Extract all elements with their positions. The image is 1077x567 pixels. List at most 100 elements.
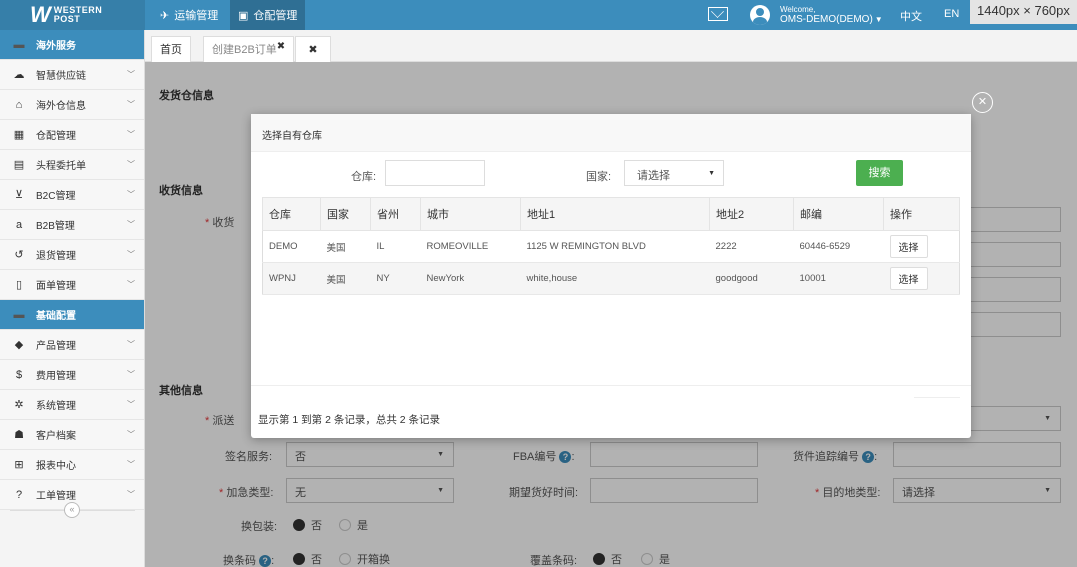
caret-down-icon: ▼ — [708, 170, 715, 177]
avatar-icon — [750, 5, 770, 25]
tab-create-b2b-order[interactable]: 创建B2B订单✖ — [203, 36, 295, 62]
divider — [914, 397, 960, 398]
cloud-icon: ☁ — [13, 69, 25, 81]
search-row: 仓库: 国家: 请选择 ▼ 搜索 — [251, 152, 971, 197]
logo[interactable]: W WESTERN POST — [0, 0, 145, 30]
chevron-down-icon: ﹀ — [127, 100, 135, 109]
cell-address1: 1125 W REMINGTON BLVD — [520, 230, 710, 263]
cell-warehouse: WPNJ — [262, 262, 321, 295]
sidebar-item-b2b[interactable]: a B2B管理 ﹀ — [0, 210, 144, 240]
users-icon: ☗ — [14, 429, 24, 441]
briefcase-icon: ▤ — [13, 159, 25, 171]
cell-warehouse: DEMO — [262, 230, 321, 263]
amazon-icon: a — [15, 218, 23, 231]
close-tabs-button[interactable]: ✖ — [295, 36, 331, 62]
col-zip[interactable]: 邮编 — [793, 197, 884, 231]
pagination-info: 显示第 1 到第 2 条记录，总共 2 条记录 — [258, 414, 441, 426]
return-icon: ↺ — [14, 249, 24, 261]
chevron-down-icon: ﹀ — [127, 370, 135, 379]
close-icon[interactable]: ✕ — [972, 92, 993, 113]
cell-action: 选择 — [883, 262, 960, 295]
mail-icon[interactable] — [708, 7, 728, 21]
cell-zip: 60446-6529 — [793, 230, 884, 263]
cell-address1: white,house — [520, 262, 710, 295]
col-country[interactable]: 国家 — [320, 197, 371, 231]
search-button[interactable]: 搜索 — [856, 160, 903, 186]
sidebar-item-customers[interactable]: ☗ 客户档案 ﹀ — [0, 420, 144, 450]
col-address1[interactable]: 地址1 — [520, 197, 710, 231]
sidebar-item-first-leg[interactable]: ▤ 头程委托单 ﹀ — [0, 150, 144, 180]
table-row[interactable]: WPNJ 美国 NY NewYork white,house goodgood … — [262, 262, 960, 295]
file-icon: ▯ — [15, 279, 23, 291]
sidebar-item-b2c[interactable]: ⊻ B2C管理 ﹀ — [0, 180, 144, 210]
table-row[interactable]: DEMO 美国 IL ROMEOVILLE 1125 W REMINGTON B… — [262, 230, 960, 263]
col-address2[interactable]: 地址2 — [709, 197, 794, 231]
chevron-down-icon: ﹀ — [127, 70, 135, 79]
viewport-size-tooltip: 1440px × 760px — [970, 0, 1077, 24]
warehouse-input[interactable] — [385, 160, 485, 186]
chevron-down-icon: ﹀ — [127, 460, 135, 469]
chevron-down-icon: ﹀ — [127, 430, 135, 439]
folder-icon: ▬ — [13, 38, 25, 51]
caret-down-icon: ▼ — [874, 14, 883, 24]
chevron-down-icon: ﹀ — [127, 160, 135, 169]
lang-zh-link[interactable]: 中文 — [900, 8, 922, 24]
sidebar-item-returns[interactable]: ↺ 退货管理 ﹀ — [0, 240, 144, 270]
chevron-down-icon: ﹀ — [127, 190, 135, 199]
table-header-row: 仓库 国家 省州 城市 地址1 地址2 邮编 操作 — [262, 197, 960, 231]
sidebar-section-basic-config[interactable]: ▬ 基础配置 — [0, 300, 144, 330]
plane-icon: ✈ — [160, 9, 170, 22]
lang-en-link[interactable]: EN — [944, 8, 959, 20]
col-warehouse[interactable]: 仓库 — [262, 197, 321, 231]
select-button[interactable]: 选择 — [889, 267, 928, 290]
select-warehouse-modal: 选择自有仓库 仓库: 国家: 请选择 ▼ 搜索 仓库 国家 省州 城市 地址1 地… — [251, 114, 971, 438]
sidebar-item-warehouse-mgmt[interactable]: ▦ 仓配管理 ﹀ — [0, 120, 144, 150]
cell-state: NY — [370, 262, 421, 295]
cell-country: 美国 — [320, 230, 371, 263]
sidebar-item-fees[interactable]: $ 费用管理 ﹀ — [0, 360, 144, 390]
collapse-sidebar-button[interactable]: « — [64, 502, 80, 518]
cell-zip: 10001 — [793, 262, 884, 295]
country-select[interactable]: 请选择 ▼ — [624, 160, 724, 186]
warehouse-label: 仓库: — [351, 171, 377, 183]
dollar-icon: $ — [15, 368, 23, 381]
sidebar: ▬ 海外服务 ☁ 智慧供应链 ﹀ ⌂ 海外仓信息 ﹀ ▦ 仓配管理 ﹀ ▤ 头程委托单 ﹀ ⊻ B2… — [0, 30, 145, 567]
col-city[interactable]: 城市 — [420, 197, 521, 231]
col-state[interactable]: 省州 — [370, 197, 421, 231]
chevron-down-icon: ﹀ — [127, 220, 135, 229]
logo-mark: W — [30, 2, 51, 27]
chevron-down-icon: ﹀ — [127, 340, 135, 349]
chevron-down-icon: ﹀ — [127, 400, 135, 409]
grid-icon: ▦ — [13, 129, 25, 141]
nav-transport[interactable]: ✈ 运输管理 — [152, 0, 226, 30]
table-icon: ⊞ — [14, 459, 24, 471]
warehouse-table: 仓库 国家 省州 城市 地址1 地址2 邮编 操作 DEMO 美国 IL ROM… — [262, 197, 960, 295]
account-name: OMS-DEMO(DEMO) ▼ — [780, 13, 883, 25]
welcome-text: Welcome, — [780, 4, 816, 14]
cell-state: IL — [370, 230, 421, 263]
sidebar-item-supply-chain[interactable]: ☁ 智慧供应链 ﹀ — [0, 60, 144, 90]
folder-icon: ▬ — [13, 308, 25, 321]
clipboard-icon: ▣ — [238, 9, 249, 22]
user-menu[interactable]: Welcome, OMS-DEMO(DEMO) ▼ — [750, 0, 883, 30]
tag-icon: ◆ — [14, 339, 24, 351]
gear-icon: ✲ — [14, 399, 24, 411]
sidebar-item-labels[interactable]: ▯ 面单管理 ﹀ — [0, 270, 144, 300]
sidebar-item-overseas-warehouse[interactable]: ⌂ 海外仓信息 ﹀ — [0, 90, 144, 120]
select-button[interactable]: 选择 — [889, 235, 928, 258]
nav-warehouse[interactable]: ▣ 仓配管理 — [230, 0, 306, 30]
chevron-down-icon: ﹀ — [127, 280, 135, 289]
chevron-down-icon: ﹀ — [127, 490, 135, 499]
sidebar-item-system[interactable]: ✲ 系统管理 ﹀ — [0, 390, 144, 420]
divider — [251, 385, 971, 386]
cart-icon: ⊻ — [14, 189, 24, 201]
sidebar-item-reports[interactable]: ⊞ 报表中心 ﹀ — [0, 450, 144, 480]
tab-home[interactable]: 首页 — [151, 36, 191, 62]
sidebar-section-overseas[interactable]: ▬ 海外服务 — [0, 30, 144, 60]
chevron-down-icon: ﹀ — [127, 250, 135, 259]
sidebar-item-products[interactable]: ◆ 产品管理 ﹀ — [0, 330, 144, 360]
tab-bar: 首页 创建B2B订单✖ ✖ — [145, 30, 1077, 62]
cell-address2: 2222 — [709, 230, 794, 263]
country-label: 国家: — [586, 171, 612, 183]
cell-city: NewYork — [420, 262, 521, 295]
